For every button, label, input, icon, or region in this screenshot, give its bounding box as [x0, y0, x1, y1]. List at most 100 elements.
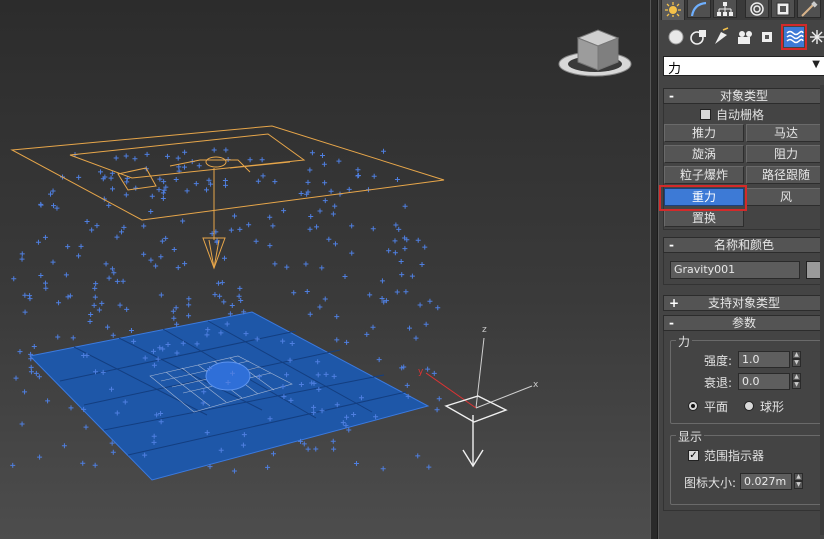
particle	[393, 222, 399, 228]
gravity-gizmo[interactable]	[10, 125, 445, 270]
lights-icon[interactable]	[711, 26, 733, 48]
particle	[396, 226, 402, 232]
viewport-divider	[650, 0, 658, 539]
particle	[307, 226, 313, 232]
autogrid-checkbox[interactable]	[700, 109, 711, 120]
spinner-down-icon[interactable]: ▼	[792, 381, 801, 389]
spinner-up-icon[interactable]: ▲	[792, 351, 801, 359]
particle	[33, 370, 39, 376]
particle	[322, 198, 328, 204]
force-group-title: 力	[676, 333, 693, 350]
decay-spinner[interactable]: ▲ ▼	[792, 373, 801, 390]
modify-icon[interactable]	[687, 0, 711, 18]
particle	[196, 163, 202, 169]
particle	[260, 173, 266, 179]
rollout-parameters-header[interactable]: - 参数	[663, 315, 824, 331]
particle	[80, 460, 86, 466]
icon-size-spinner[interactable]: ▲ ▼	[794, 473, 803, 490]
particle	[22, 389, 28, 395]
chevron-down-icon: ▼	[812, 59, 820, 70]
particle	[50, 259, 56, 265]
spinner-down-icon[interactable]: ▼	[794, 481, 803, 489]
geometry-icon[interactable]	[665, 26, 687, 48]
particle	[96, 307, 102, 313]
particle	[270, 451, 276, 457]
svg-text:y: y	[418, 367, 424, 377]
particle	[267, 243, 273, 249]
rollout-object-type-header[interactable]: - 对象类型	[663, 88, 824, 104]
cameras-icon[interactable]	[734, 26, 756, 48]
display-icon[interactable]	[771, 0, 795, 18]
particle	[117, 302, 123, 308]
spinner-up-icon[interactable]: ▲	[794, 473, 803, 481]
viewport-scene[interactable]: z x y	[0, 0, 650, 539]
particle	[114, 234, 120, 240]
range-indicator-checkbox[interactable]: ✓	[688, 450, 699, 461]
strength-label: 强度:	[704, 354, 733, 368]
systems-icon[interactable]	[809, 26, 824, 48]
particle	[124, 306, 130, 312]
pbomb-button[interactable]: 粒子爆炸	[664, 166, 744, 184]
strength-spinner[interactable]: ▲ ▼	[792, 351, 801, 368]
particle	[211, 147, 217, 153]
particle	[38, 202, 44, 208]
create-icon[interactable]	[661, 0, 685, 20]
particle	[78, 243, 84, 249]
particle	[332, 241, 338, 247]
spinner-down-icon[interactable]: ▼	[792, 359, 801, 367]
path-follow-button[interactable]: 路径跟随	[746, 166, 824, 184]
particle	[267, 214, 273, 220]
icon-size-input[interactable]: 0.027m	[740, 473, 792, 490]
particle	[237, 226, 243, 232]
particle	[370, 324, 376, 330]
particle	[123, 192, 129, 198]
hierarchy-icon[interactable]	[713, 0, 737, 18]
spherical-radio[interactable]	[744, 401, 754, 411]
motor-button[interactable]: 马达	[746, 124, 824, 142]
particle	[355, 167, 361, 173]
perspective-viewport[interactable]: z x y	[0, 0, 650, 539]
decay-input[interactable]: 0.0	[738, 373, 790, 390]
displace-button[interactable]: 置换	[664, 209, 744, 227]
vortex-button[interactable]: 旋涡	[664, 145, 744, 163]
shapes-icon[interactable]	[688, 26, 710, 48]
particle	[55, 334, 61, 340]
viewcube[interactable]	[558, 29, 632, 77]
utilities-icon[interactable]	[797, 0, 821, 18]
particle	[317, 304, 323, 310]
motion-icon[interactable]	[745, 0, 769, 18]
particle	[425, 366, 431, 372]
drag-button[interactable]: 阻力	[746, 145, 824, 163]
particle	[83, 424, 89, 430]
particle	[68, 405, 74, 411]
particle	[394, 289, 400, 295]
rollout-name-color-title: 名称和颜色	[713, 238, 774, 252]
wind-button[interactable]: 风	[746, 188, 824, 206]
space-warps-icon[interactable]	[781, 24, 807, 50]
particle	[156, 187, 162, 193]
particle	[431, 370, 437, 376]
particle	[84, 219, 90, 225]
particle	[141, 223, 147, 229]
push-button[interactable]: 推力	[664, 124, 744, 142]
rollout-supported-types-header[interactable]: + 支持对象类型	[663, 295, 824, 311]
strength-input[interactable]: 1.0	[738, 351, 790, 368]
particle-plane[interactable]	[28, 311, 430, 481]
category-dropdown-value: 力	[668, 62, 682, 77]
particle	[160, 190, 166, 196]
planar-radio[interactable]	[688, 401, 698, 411]
particle	[367, 292, 373, 298]
particle	[148, 208, 154, 214]
particle	[415, 453, 421, 459]
rollout-parameters-title: 参数	[731, 316, 756, 330]
helpers-icon[interactable]	[757, 26, 779, 48]
particle	[123, 153, 129, 159]
spinner-up-icon[interactable]: ▲	[792, 373, 801, 381]
particle	[379, 278, 385, 284]
category-dropdown[interactable]: 力 ▼	[663, 56, 824, 77]
particle	[149, 193, 155, 199]
particle	[76, 174, 82, 180]
rollout-name-color-header[interactable]: - 名称和颜色	[663, 237, 824, 253]
panel-scrollbar[interactable]	[820, 85, 824, 535]
object-name-field[interactable]: Gravity001	[670, 261, 800, 279]
